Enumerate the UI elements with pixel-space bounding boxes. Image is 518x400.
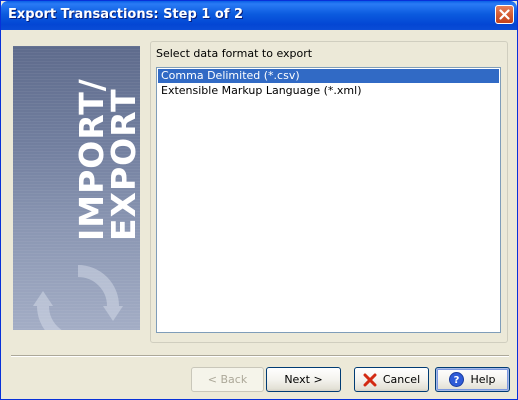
format-label: Select data format to export: [156, 47, 313, 60]
svg-text:?: ?: [454, 375, 460, 386]
export-dialog: Export Transactions: Step 1 of 2 IMPORT/…: [0, 0, 518, 400]
footer-separator: [11, 355, 509, 357]
close-icon: [499, 9, 510, 20]
format-option-xml[interactable]: Extensible Markup Language (*.xml): [158, 84, 499, 98]
banner-title: IMPORT/ EXPORT: [72, 78, 140, 241]
format-option-csv[interactable]: Comma Delimited (*.csv): [158, 69, 499, 83]
question-icon: ?: [449, 372, 465, 387]
circular-arrows-icon: [33, 265, 123, 330]
format-listbox[interactable]: Comma Delimited (*.csv) Extensible Marku…: [156, 67, 501, 333]
title-bar[interactable]: Export Transactions: Step 1 of 2: [1, 1, 517, 30]
cancel-button-label: Cancel: [382, 373, 421, 386]
back-button[interactable]: < Back: [191, 367, 264, 392]
help-button-label: Help: [470, 373, 496, 386]
back-button-label: < Back: [207, 373, 248, 386]
next-button-label: Next >: [284, 373, 323, 386]
banner-line-2: EXPORT: [104, 88, 140, 241]
next-button[interactable]: Next >: [266, 367, 341, 392]
import-export-banner: IMPORT/ EXPORT: [13, 46, 140, 330]
close-button[interactable]: [495, 5, 514, 24]
help-button[interactable]: ? Help: [435, 367, 510, 392]
cancel-button[interactable]: Cancel: [354, 367, 429, 392]
red-x-icon: [363, 373, 377, 387]
window-title: Export Transactions: Step 1 of 2: [8, 7, 244, 22]
